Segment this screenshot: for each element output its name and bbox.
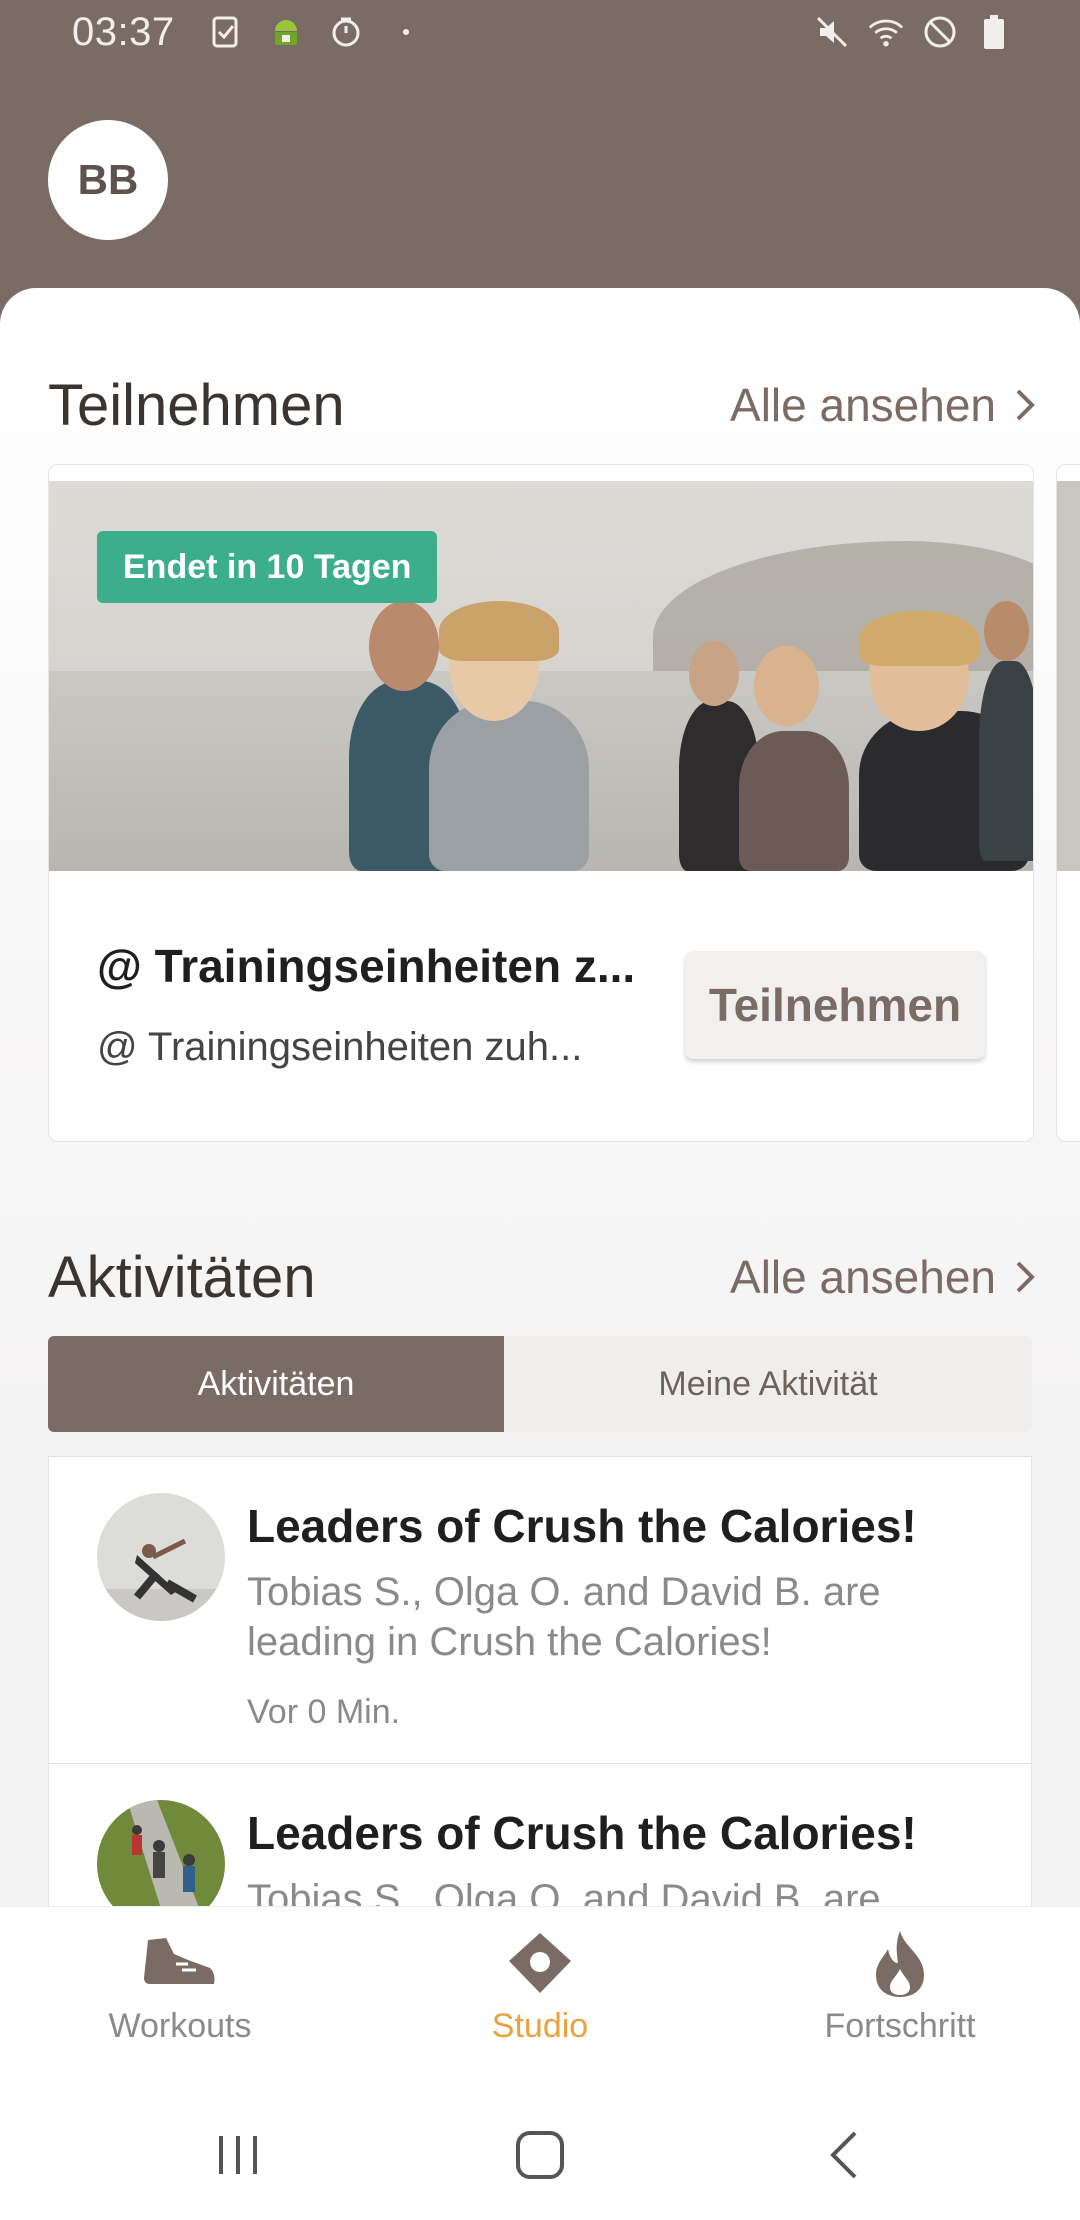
activity-text: Tobias S., Olga O. and David B. are lead… [247,1570,881,1664]
status-bar: 03:37 [0,0,1080,74]
activity-avatar [97,1493,225,1621]
chevron-right-icon [1016,1261,1035,1293]
ends-in-badge: Endet in 10 Tagen [97,531,438,603]
shoe-icon [40,1929,320,1999]
blocked-icon [922,14,958,50]
nav-progress-label: Fortschritt [824,2007,976,2045]
tab-my-activity[interactable]: Meine Aktivität [504,1336,1032,1432]
next-challenge-card[interactable] [1056,464,1080,1142]
back-icon [830,2131,857,2179]
profile-avatar[interactable]: BB [48,120,168,240]
nav-workouts-label: Workouts [108,2007,252,2045]
task-check-icon [208,14,244,50]
activity-title: Leaders of Crush the Calories! [247,1500,917,1552]
bottom-nav: Workouts Studio Fortschritt [0,1906,1080,2081]
system-nav-bar [0,2080,1080,2220]
recent-apps-button[interactable] [198,2120,278,2190]
status-time: 03:37 [72,10,175,54]
studio-diamond-icon [400,1929,680,1999]
join-section-title: Teilnehmen [48,373,345,438]
list-item[interactable]: Leaders of Crush the Calories! Tobias S.… [48,1456,1032,1764]
nav-workouts[interactable]: Workouts [40,1929,320,2046]
mute-icon [814,14,850,50]
challenge-title: @ Trainingseinheiten z... [97,940,636,992]
android-icon [268,14,304,50]
activities-section-header: Aktivitäten Alle ansehen [48,1244,1036,1314]
activity-tabs: Aktivitäten Meine Aktivität [48,1336,1032,1432]
nav-progress[interactable]: Fortschritt [760,1929,1040,2046]
recent-apps-icon [219,2136,257,2174]
challenge-subtitle: @ Trainingseinheiten zuh... [97,1025,583,1069]
activity-title: Leaders of Crush the Calories! [247,1807,917,1859]
challenge-card[interactable]: Endet in 10 Tagen @ Trainingseinheiten z… [48,464,1034,1142]
join-see-all-label: Alle ansehen [730,379,996,431]
nav-studio-label: Studio [491,2007,589,2045]
join-section-header: Teilnehmen Alle ansehen [48,372,1036,442]
timer-icon [328,14,364,50]
battery-icon [976,14,1012,50]
flame-icon [760,1929,1040,1999]
home-button[interactable] [500,2120,580,2190]
activity-time: Vor 0 Min. [247,1693,401,1731]
activities-section-title: Aktivitäten [48,1245,316,1310]
join-see-all-link[interactable]: Alle ansehen [730,378,1036,432]
challenge-hero-image: Endet in 10 Tagen [49,481,1033,871]
dot-icon [388,14,424,50]
home-icon [516,2131,564,2179]
chevron-right-icon [1016,389,1035,421]
nav-studio[interactable]: Studio [400,1929,680,2046]
join-challenge-button[interactable]: Teilnehmen [685,951,985,1059]
wifi-icon [868,14,904,50]
activities-see-all-link[interactable]: Alle ansehen [730,1250,1036,1304]
activities-see-all-label: Alle ansehen [730,1251,996,1303]
tab-activities[interactable]: Aktivitäten [48,1336,504,1432]
back-button[interactable] [804,2120,884,2190]
